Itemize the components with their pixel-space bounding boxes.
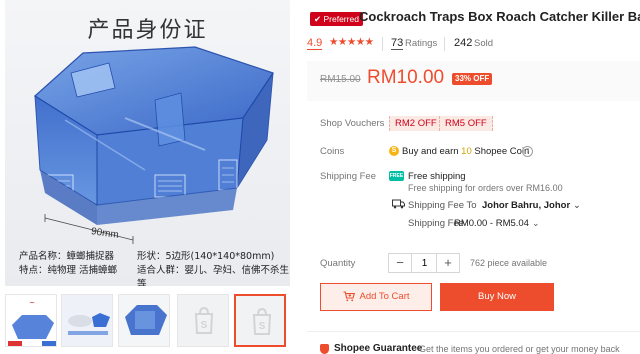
thumbnail-image: ~ bbox=[6, 295, 56, 346]
price-section: RM15.00 RM10.00 33% OFF bbox=[307, 61, 640, 101]
voucher-rm5[interactable]: RM5 OFF bbox=[439, 116, 493, 131]
free-shipping-subtitle: Free shipping for orders over RM16.00 bbox=[408, 183, 563, 193]
add-to-cart-button[interactable]: Add To Cart bbox=[320, 283, 432, 311]
coins-label: Coins bbox=[320, 146, 345, 157]
increment-button[interactable]: + bbox=[436, 254, 459, 272]
sold-count: 242 bbox=[454, 37, 473, 49]
decrement-button[interactable]: − bbox=[389, 254, 412, 272]
shipping-label: Shipping Fee bbox=[320, 171, 376, 182]
product-gallery: 产品身份证 90mm 产品名称：蟑螂捕捉器 形状：5边形(140*140*80m… bbox=[0, 0, 296, 353]
discount-badge: 33% OFF bbox=[452, 73, 493, 85]
free-shipping-icon: FREE bbox=[389, 171, 404, 181]
rating-value[interactable]: 4.9 bbox=[307, 37, 323, 50]
shopee-bag-icon: S bbox=[252, 307, 272, 335]
thumbnail-strip: ~ S S bbox=[0, 294, 296, 353]
sold-label: Sold bbox=[474, 38, 494, 49]
stock-available: 762 piece available bbox=[470, 258, 548, 268]
thumbnail-3[interactable] bbox=[118, 294, 170, 347]
spec-audience: 适合人群：婴儿、孕妇、信佛不杀生等 bbox=[137, 265, 290, 286]
chevron-down-icon: ⌄ bbox=[531, 218, 540, 228]
quantity-label: Quantity bbox=[320, 258, 356, 269]
svg-text:S: S bbox=[259, 321, 266, 332]
original-price: RM15.00 bbox=[320, 74, 361, 85]
help-icon[interactable]: ? bbox=[522, 146, 533, 157]
thumbnail-image bbox=[119, 295, 169, 346]
product-title: Cockroach Traps Box Roach Catcher Killer… bbox=[359, 9, 640, 24]
divider bbox=[444, 37, 445, 51]
cart-icon bbox=[343, 291, 355, 302]
spec-shape: 形状：5边形(140*140*80mm) bbox=[137, 251, 275, 262]
fee-dropdown[interactable]: RM0.00 - RM5.04 ⌄ bbox=[454, 218, 540, 229]
vouchers-label: Shop Vouchers bbox=[320, 118, 385, 129]
coin-text: Buy and earn 10 Shopee Coin bbox=[402, 146, 529, 157]
svg-text:S: S bbox=[201, 320, 208, 331]
divider bbox=[382, 37, 383, 51]
guarantee-title: Shopee Guarantee bbox=[334, 343, 423, 354]
preferred-badge-label: Preferred bbox=[323, 14, 359, 24]
spec-features: 特点：纯物理 活捕蟑螂 bbox=[19, 265, 118, 276]
section-divider bbox=[307, 331, 640, 332]
coin-amount: 10 bbox=[461, 146, 472, 157]
svg-text:~: ~ bbox=[29, 299, 35, 307]
current-price: RM10.00 bbox=[367, 67, 445, 88]
main-product-image[interactable]: 产品身份证 90mm 产品名称：蟑螂捕捉器 形状：5边形(140*140*80m… bbox=[5, 0, 290, 286]
add-to-cart-label: Add To Cart bbox=[359, 291, 410, 302]
star-rating-icon: ★★★★★ bbox=[329, 36, 374, 48]
ship-to-label: Shipping Fee To bbox=[408, 200, 477, 211]
cockroach-trap-illustration bbox=[34, 46, 274, 244]
buy-now-button[interactable]: Buy Now bbox=[440, 283, 554, 311]
free-shipping-title: Free shipping bbox=[408, 171, 466, 182]
quantity-input[interactable] bbox=[412, 254, 437, 272]
product-details: ✔ Preferred Cockroach Traps Box Roach Ca… bbox=[307, 0, 640, 354]
fee-value: RM0.00 - RM5.04 bbox=[454, 218, 529, 229]
ship-to-dropdown[interactable]: Johor Bahru, Johor ⌄ bbox=[482, 200, 581, 211]
truck-icon bbox=[392, 199, 405, 209]
thumbnail-image bbox=[62, 295, 112, 346]
thumbnail-2[interactable] bbox=[61, 294, 113, 347]
shopee-coin-icon: S bbox=[389, 146, 399, 156]
spec-name: 产品名称：蟑螂捕捉器 bbox=[19, 251, 115, 262]
thumbnail-4[interactable]: S bbox=[177, 294, 229, 347]
ratings-label: Ratings bbox=[405, 38, 438, 49]
voucher-rm2[interactable]: RM2 OFF bbox=[389, 116, 443, 131]
ratings-count[interactable]: 73 bbox=[391, 37, 404, 50]
coin-text-after: Shopee Coin bbox=[471, 146, 530, 157]
preferred-badge: ✔ Preferred bbox=[310, 12, 363, 26]
thumbnail-1[interactable]: ~ bbox=[5, 294, 57, 347]
quantity-stepper: − + bbox=[388, 253, 460, 273]
coin-text-before: Buy and earn bbox=[402, 146, 462, 157]
shopee-bag-icon: S bbox=[194, 306, 214, 334]
ship-to-value: Johor Bahru, Johor bbox=[482, 200, 571, 211]
chevron-down-icon: ⌄ bbox=[573, 200, 581, 210]
thumbnail-5[interactable]: S bbox=[234, 294, 286, 347]
